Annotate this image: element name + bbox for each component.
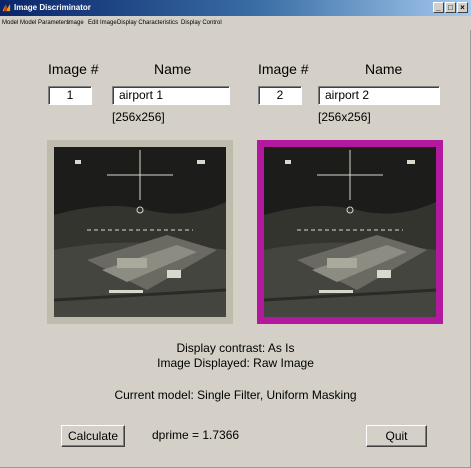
- right-image-number-field[interactable]: 2: [258, 86, 302, 105]
- left-image-size: [256x256]: [112, 110, 165, 124]
- left-image-name-field[interactable]: airport 1: [112, 86, 230, 105]
- menu-edit-image[interactable]: Edit Image: [88, 19, 117, 27]
- current-model-text: Current model: Single Filter, Uniform Ma…: [114, 388, 357, 402]
- display-contrast-text: Display contrast: As Is: [176, 341, 295, 355]
- menu-model[interactable]: Model: [2, 19, 18, 27]
- menu-display-control[interactable]: Display Control: [181, 19, 222, 27]
- left-image-panel[interactable]: [47, 140, 233, 324]
- matlab-logo-icon: [2, 3, 11, 12]
- airport-1-image: [53, 147, 227, 317]
- left-image-number-header: Image #: [48, 61, 99, 77]
- menu-image[interactable]: Image: [67, 19, 84, 27]
- right-image-name-field[interactable]: airport 2: [318, 86, 440, 105]
- right-image-size: [256x256]: [318, 110, 371, 124]
- menu-display-characteristics[interactable]: Display Characteristics: [117, 19, 178, 27]
- menu-model-parameters[interactable]: Model Parameters: [20, 19, 69, 27]
- right-image-number-header: Image #: [258, 61, 309, 77]
- right-image-name-header: Name: [365, 61, 403, 77]
- minimize-button[interactable]: _: [433, 2, 444, 13]
- quit-button[interactable]: Quit: [366, 425, 427, 447]
- left-image-name-header: Name: [154, 61, 192, 77]
- close-button[interactable]: ×: [457, 2, 468, 13]
- title-bar[interactable]: Image Discriminator _ □ ×: [0, 0, 471, 16]
- menu-bar: Model Model Parameters Image Edit Image …: [0, 16, 471, 30]
- airport-2-image: [263, 147, 437, 317]
- image-discriminator-window: Image Discriminator _ □ × Model Model Pa…: [0, 0, 471, 468]
- dprime-value: dprime = 1.7366: [152, 428, 240, 442]
- image-displayed-text: Image Displayed: Raw Image: [157, 356, 314, 370]
- window-title: Image Discriminator: [14, 3, 91, 12]
- left-image-number-field[interactable]: 1: [48, 86, 92, 105]
- right-image-panel-selected[interactable]: [257, 140, 443, 324]
- calculate-button[interactable]: Calculate: [61, 425, 125, 447]
- maximize-button[interactable]: □: [445, 2, 456, 13]
